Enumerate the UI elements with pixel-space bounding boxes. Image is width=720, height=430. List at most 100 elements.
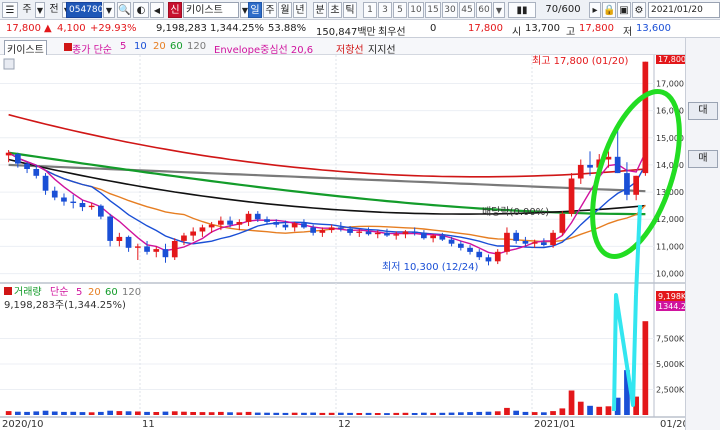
low-note: 최저 10,300 (12/24)	[382, 261, 478, 273]
volume-bar	[642, 321, 649, 415]
ju-dropdown-icon[interactable]: ▼	[35, 2, 45, 18]
volume-ma-120: 120	[122, 287, 141, 298]
x-label-oct: 2020/10	[2, 419, 44, 430]
interval-60[interactable]: 60	[476, 2, 492, 18]
envelope-label[interactable]: Envelope중심선 20,6	[214, 41, 313, 56]
volume-bar	[301, 412, 307, 415]
volume-bar	[550, 411, 556, 415]
save-icon[interactable]: ▣	[617, 2, 631, 18]
stock-chart[interactable]: 10,00011,00012,00013,00014,00015,00016,0…	[0, 55, 685, 430]
volume-bar	[79, 412, 86, 415]
interval-45[interactable]: 45	[459, 2, 475, 18]
candle-body	[107, 216, 113, 241]
candle-body	[476, 251, 483, 258]
period-week[interactable]: 주	[263, 2, 277, 18]
dividend-note: 배당락(0.00%)	[482, 206, 549, 218]
candle-body	[181, 235, 187, 241]
candle-body	[125, 236, 132, 248]
candle-body	[384, 232, 390, 236]
interval-5[interactable]: 5	[393, 2, 407, 18]
ma-60-label[interactable]: 60	[170, 41, 183, 52]
ma-10-label[interactable]: 10	[134, 41, 147, 52]
period-fill-icon[interactable]: ▮▮	[508, 2, 536, 18]
interval-10[interactable]: 10	[408, 2, 424, 18]
right-tab-1[interactable]: 대	[688, 102, 718, 120]
candle-body	[282, 224, 289, 228]
interval-15[interactable]: 15	[425, 2, 441, 18]
interval-3[interactable]: 3	[378, 2, 392, 18]
volume-ma-60: 60	[105, 287, 118, 298]
price-change: 4,100	[57, 23, 86, 34]
candle-body	[61, 197, 67, 202]
menu-icon[interactable]: ☰	[2, 2, 18, 18]
volume-bar	[153, 412, 160, 415]
candle-body	[402, 231, 409, 235]
x-label-nov: 11	[142, 419, 155, 430]
candle-body	[264, 219, 270, 222]
top-toolbar: ☰ 주 ▼ 전 ▼ 054780 ▼ 🔍 ◐ ◀ 신 키이스트 ▼ 일 주 월 …	[0, 0, 720, 20]
volume-bar	[5, 411, 12, 415]
ma-20-label[interactable]: 20	[153, 41, 166, 52]
stock-code-input[interactable]: 054780	[66, 2, 103, 18]
volume-bar	[254, 412, 261, 415]
volume-bar	[24, 411, 30, 415]
price-legend-swatch	[64, 43, 72, 51]
ma-label[interactable]: 종가 단순	[72, 41, 112, 56]
volume-bar	[190, 412, 196, 415]
prev-arrow-icon[interactable]: ◀	[150, 2, 164, 18]
volume-bar	[430, 412, 436, 415]
price-change-pct: +29.93%	[90, 23, 137, 34]
period-second[interactable]: 초	[328, 2, 342, 18]
code-dropdown-icon[interactable]: ▼	[103, 2, 115, 18]
interval-dropdown-icon[interactable]: ▼	[493, 2, 505, 18]
period-day[interactable]: 일	[248, 2, 262, 18]
volume-bar	[171, 411, 178, 415]
interval-1[interactable]: 1	[363, 2, 377, 18]
settings-icon[interactable]: ⚙	[632, 2, 646, 18]
date-input[interactable]: 2021/01/20	[648, 2, 720, 18]
volume-bar	[15, 411, 21, 415]
candle-body	[24, 163, 30, 169]
candle-body	[439, 235, 446, 240]
volume-bar	[347, 412, 353, 415]
volume-bar	[199, 412, 206, 415]
current-price: 17,800	[6, 23, 41, 34]
volume-bar	[421, 412, 427, 415]
low-value: 13,600	[636, 23, 671, 34]
candle-body	[208, 224, 215, 228]
volume-bar	[559, 408, 566, 415]
best-label: 최우선	[378, 27, 406, 38]
candle-body	[162, 249, 169, 258]
count-arrow-icon[interactable]: ▸	[589, 2, 601, 18]
right-tab-2[interactable]: 매	[688, 150, 718, 168]
volume-bar	[107, 410, 113, 415]
count-display[interactable]: 70/600	[538, 2, 588, 18]
high-label: 고	[566, 27, 576, 38]
candle-body	[116, 236, 123, 241]
price-tick-label: 12,000	[656, 215, 684, 224]
stock-name-field[interactable]: 키이스트	[183, 2, 239, 18]
grid-icon[interactable]	[3, 58, 15, 70]
volume-bar	[282, 412, 289, 415]
search-icon[interactable]: 🔍	[117, 2, 131, 18]
volume-bar	[291, 412, 298, 415]
period-year[interactable]: 년	[293, 2, 307, 18]
volume-title: 거래량	[14, 286, 42, 298]
candle-body	[485, 257, 492, 262]
history-icon[interactable]: ◐	[133, 2, 149, 18]
period-minute[interactable]: 분	[313, 2, 327, 18]
low-label: 저	[623, 27, 633, 38]
resistance-label[interactable]: 저항선	[336, 41, 364, 56]
period-month[interactable]: 월	[278, 2, 292, 18]
candle-body	[328, 227, 335, 231]
volume-bar	[162, 411, 169, 415]
support-label[interactable]: 지지선	[368, 41, 396, 56]
candle-body	[374, 232, 381, 235]
interval-30[interactable]: 30	[442, 2, 458, 18]
candle-body	[70, 201, 77, 203]
period-tick[interactable]: 틱	[343, 2, 357, 18]
candle-body	[218, 220, 224, 225]
lock-icon[interactable]: 🔒	[602, 2, 616, 18]
ma-5-label[interactable]: 5	[120, 41, 126, 52]
ma-120-label[interactable]: 120	[187, 41, 206, 52]
